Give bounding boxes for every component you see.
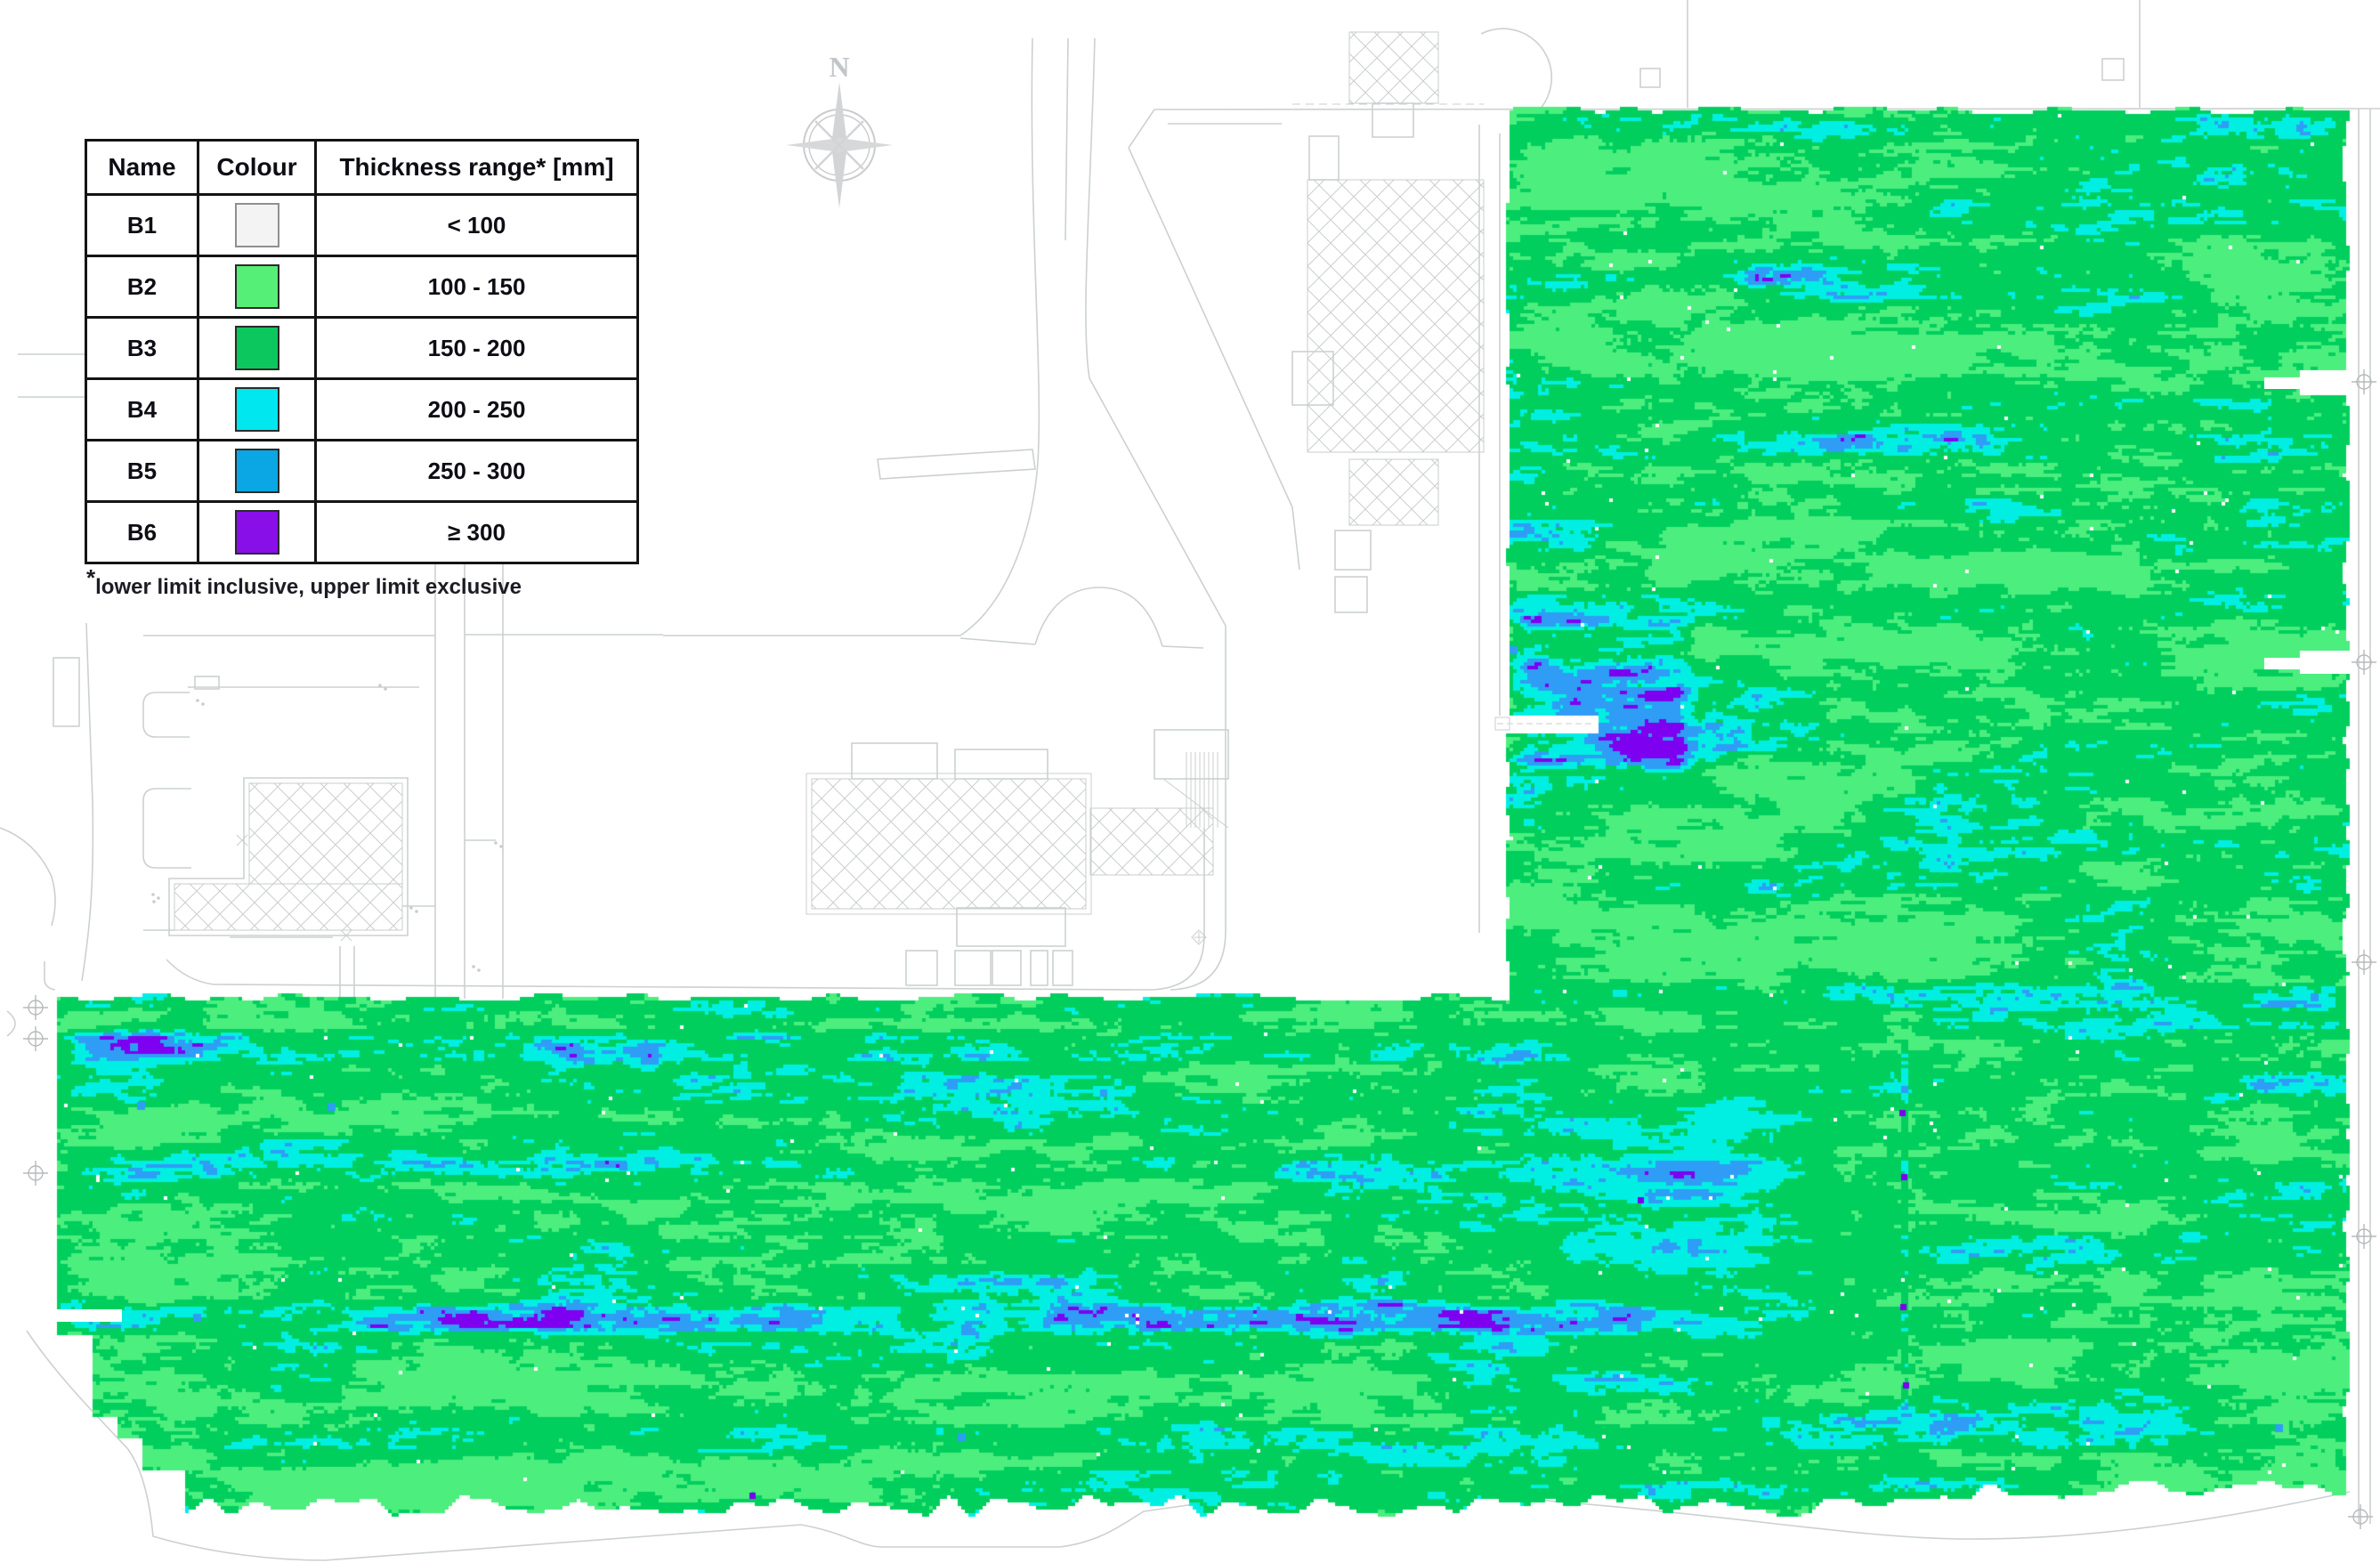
thickness-range: < 100	[314, 193, 639, 257]
legend-header-row: Name Colour Thickness range* [mm]	[85, 139, 639, 196]
legend-row: B5 250 - 300	[85, 439, 639, 503]
legend-row: B2 100 - 150	[85, 255, 639, 319]
footnote-text: lower limit inclusive, upper limit exclu…	[95, 575, 522, 599]
thickness-range: ≥ 300	[314, 500, 639, 564]
colour-swatch	[234, 449, 279, 493]
survey-marker-icon	[2351, 368, 2377, 395]
survey-marker-icon	[2351, 1223, 2377, 1250]
legend-row: B3 150 - 200	[85, 316, 639, 380]
thickness-range: 200 - 250	[314, 377, 639, 441]
survey-marker-icon	[2347, 1503, 2374, 1530]
thickness-range: 100 - 150	[314, 255, 639, 319]
thickness-range: 150 - 200	[314, 316, 639, 380]
legend-header-colour: Colour	[197, 139, 317, 196]
survey-marker-icon	[22, 1025, 49, 1052]
class-name: B3	[85, 316, 199, 380]
legend-row: B4 200 - 250	[85, 377, 639, 441]
data-gap	[2300, 370, 2352, 393]
survey-marker-icon	[2351, 649, 2377, 676]
survey-marker-icon	[22, 994, 49, 1021]
legend-row: B6 ≥ 300	[85, 500, 639, 564]
legend-header-range: Thickness range* [mm]	[314, 139, 639, 196]
survey-marker-icon	[22, 1160, 49, 1186]
footnote-asterisk: *	[86, 564, 96, 591]
colour-swatch	[234, 203, 279, 247]
data-gap	[2264, 658, 2300, 669]
thickness-range: 250 - 300	[314, 439, 639, 503]
data-gap	[56, 1309, 122, 1322]
legend: Name Colour Thickness range* [mm] B1 < 1…	[85, 139, 639, 564]
colour-swatch	[234, 264, 279, 309]
pavement-thickness-site-map: N Name Colour Thickness range* [mm] B1 <…	[0, 0, 2380, 1563]
class-name: B6	[85, 500, 199, 564]
class-name: B5	[85, 439, 199, 503]
class-name: B1	[85, 193, 199, 257]
legend-row: B1 < 100	[85, 193, 639, 257]
data-gap	[2264, 377, 2300, 389]
class-name: B2	[85, 255, 199, 319]
data-gap	[2300, 651, 2352, 674]
legend-header-name: Name	[85, 139, 199, 196]
colour-swatch	[234, 387, 279, 432]
class-name: B4	[85, 377, 199, 441]
colour-swatch	[234, 510, 279, 555]
colour-swatch	[234, 326, 279, 370]
survey-marker-icon	[2351, 949, 2377, 976]
legend-table: Name Colour Thickness range* [mm] B1 < 1…	[85, 139, 639, 564]
legend-footnote: *lower limit inclusive, upper limit excl…	[86, 566, 522, 600]
